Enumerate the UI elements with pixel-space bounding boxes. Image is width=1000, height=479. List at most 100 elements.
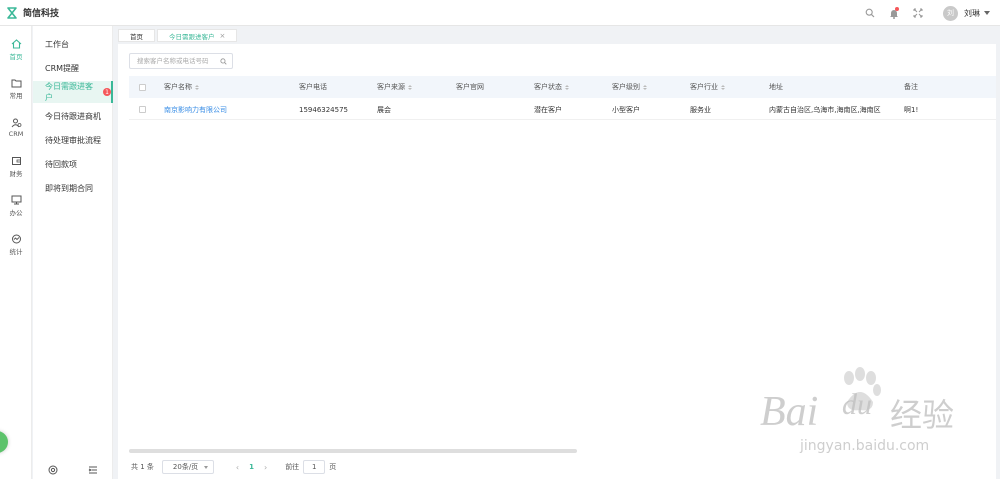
pagination-total: 共 1 条 [131, 463, 154, 471]
menu-item-pending-payments[interactable]: 待回款项 [33, 153, 113, 175]
menu-item-today-follow-customers[interactable]: 今日需跟进客户 1 [33, 81, 113, 103]
sort-icon[interactable] [408, 84, 412, 90]
table-row[interactable]: 南京影响力有限公司 15946324575 展会 潜在客户 小型客户 服务业 内… [129, 100, 996, 120]
customer-status: 潜在客户 [534, 105, 562, 114]
column-customer-phone: 客户电话 [299, 76, 327, 98]
sort-icon[interactable] [643, 84, 647, 90]
prev-page-button[interactable]: ‹ [236, 463, 239, 472]
column-label: 备注 [904, 83, 918, 91]
menu-item-label: CRM提醒 [45, 63, 80, 73]
customer-remark: 啊1! [904, 105, 919, 114]
customer-level: 小型客户 [612, 105, 640, 114]
rail-label: CRM [8, 130, 24, 138]
column-customer-industry[interactable]: 客户行业 [690, 76, 725, 98]
menu-item-label: 今日待跟进商机 [45, 111, 101, 121]
rail-item-statistics[interactable]: 统计 [0, 227, 32, 263]
customer-name-link[interactable]: 南京影响力有限公司 [164, 100, 227, 119]
goto-label: 前往 [285, 463, 300, 471]
hourglass-logo-icon [7, 6, 17, 19]
user-name[interactable]: 刘琳 [964, 8, 980, 19]
user-icon [11, 118, 21, 128]
customer-industry: 服务业 [690, 105, 711, 114]
top-bar: 简信科技 刘 刘琳 [0, 0, 1000, 26]
user-avatar[interactable]: 刘 [943, 5, 958, 21]
menu-count-badge: 1 [103, 88, 111, 96]
goto-page-input[interactable]: 1 [303, 460, 326, 474]
home-icon [11, 39, 21, 49]
brand-name: 简信科技 [23, 9, 60, 19]
rail-label: 常用 [9, 92, 23, 100]
menu-item-workbench[interactable]: 工作台 [33, 33, 113, 55]
menu-item-expiring-contracts[interactable]: 即将到期合同 [33, 177, 113, 199]
next-page-button[interactable]: › [264, 463, 267, 472]
column-customer-website: 客户官网 [456, 76, 484, 98]
rail-item-common[interactable]: 常用 [0, 71, 32, 107]
column-remark: 备注 [904, 76, 918, 98]
search-icon[interactable] [218, 57, 228, 65]
chart-icon [11, 234, 21, 244]
rail-item-home[interactable]: 首页 [0, 32, 32, 68]
rail-label: 统计 [9, 248, 23, 256]
search-box [129, 53, 233, 69]
folder-icon [11, 79, 21, 88]
module-rail: 首页 常用 CRM 财务 办公 统计 [0, 26, 32, 479]
search-input[interactable] [130, 57, 218, 65]
page-tabs: 首页 今日需跟进客户 × [118, 29, 239, 42]
page-unit-label: 页 [329, 463, 337, 471]
customer-address: 内蒙古自治区,乌海市,海南区,海南区 [769, 105, 881, 114]
rail-label: 首页 [9, 53, 23, 61]
checkbox[interactable] [139, 106, 146, 113]
menu-item-pending-approvals[interactable]: 待处理审批流程 [33, 129, 113, 151]
column-customer-source[interactable]: 客户来源 [377, 76, 412, 98]
column-label: 客户来源 [377, 83, 405, 91]
menu-item-crm-reminder[interactable]: CRM提醒 [33, 57, 113, 79]
rail-item-crm[interactable]: CRM [0, 110, 32, 146]
menu-item-today-opportunities[interactable]: 今日待跟进商机 [33, 105, 113, 127]
column-customer-level[interactable]: 客户级别 [612, 76, 647, 98]
menu-item-label: 即将到期合同 [45, 183, 93, 193]
horizontal-scrollbar[interactable] [129, 449, 577, 453]
customer-source: 展会 [377, 105, 391, 114]
rail-label: 财务 [9, 170, 23, 178]
column-label: 客户行业 [690, 83, 718, 91]
user-menu-caret-icon[interactable] [984, 11, 990, 15]
sort-icon[interactable] [721, 84, 725, 90]
rail-item-office[interactable]: 办公 [0, 188, 32, 224]
rail-item-finance[interactable]: 财务 [0, 149, 32, 185]
close-icon[interactable]: × [220, 32, 226, 40]
settings-icon[interactable] [48, 465, 58, 475]
search-icon[interactable] [863, 6, 877, 20]
current-page-number[interactable]: 1 [249, 463, 254, 471]
notification-dot [895, 7, 899, 11]
sort-icon[interactable] [195, 84, 199, 90]
floating-assistant-button[interactable] [0, 431, 8, 453]
main-content: 客户名称 客户电话 客户来源 客户官网 客户状态 客户级别 客户行业 地址 备注… [118, 44, 996, 479]
notification-bell-icon[interactable] [887, 6, 901, 20]
fullscreen-icon[interactable] [911, 6, 925, 20]
monitor-icon [11, 195, 21, 205]
column-customer-status[interactable]: 客户状态 [534, 76, 569, 98]
menu-item-label: 待处理审批流程 [45, 135, 101, 145]
row-checkbox[interactable] [139, 100, 146, 119]
column-label: 地址 [769, 83, 783, 91]
customer-phone: 15946324575 [299, 105, 348, 114]
tab-label: 首页 [130, 32, 143, 41]
sort-icon[interactable] [565, 84, 569, 90]
checkbox[interactable] [139, 83, 146, 91]
column-label: 客户级别 [612, 83, 640, 91]
tab-home[interactable]: 首页 [118, 29, 155, 42]
pagination: 共 1 条 20条/页 ‹ 1 › 前往 1 页 [131, 460, 336, 474]
wallet-icon [11, 157, 21, 165]
app-logo[interactable]: 简信科技 [0, 6, 59, 19]
collapse-menu-icon[interactable] [88, 465, 98, 475]
rail-label: 办公 [9, 209, 23, 217]
sub-menu: 工作台 CRM提醒 今日需跟进客户 1 今日待跟进商机 待处理审批流程 待回款项… [33, 26, 113, 479]
page-size-select[interactable]: 20条/页 [161, 460, 214, 474]
menu-item-label: 工作台 [45, 39, 69, 49]
tab-today-follow-customers[interactable]: 今日需跟进客户 × [157, 29, 238, 42]
column-label: 客户状态 [534, 83, 562, 91]
column-customer-name[interactable]: 客户名称 [164, 76, 199, 98]
select-all-checkbox[interactable] [139, 76, 146, 98]
column-label: 客户名称 [164, 83, 192, 91]
column-label: 客户官网 [456, 83, 484, 91]
